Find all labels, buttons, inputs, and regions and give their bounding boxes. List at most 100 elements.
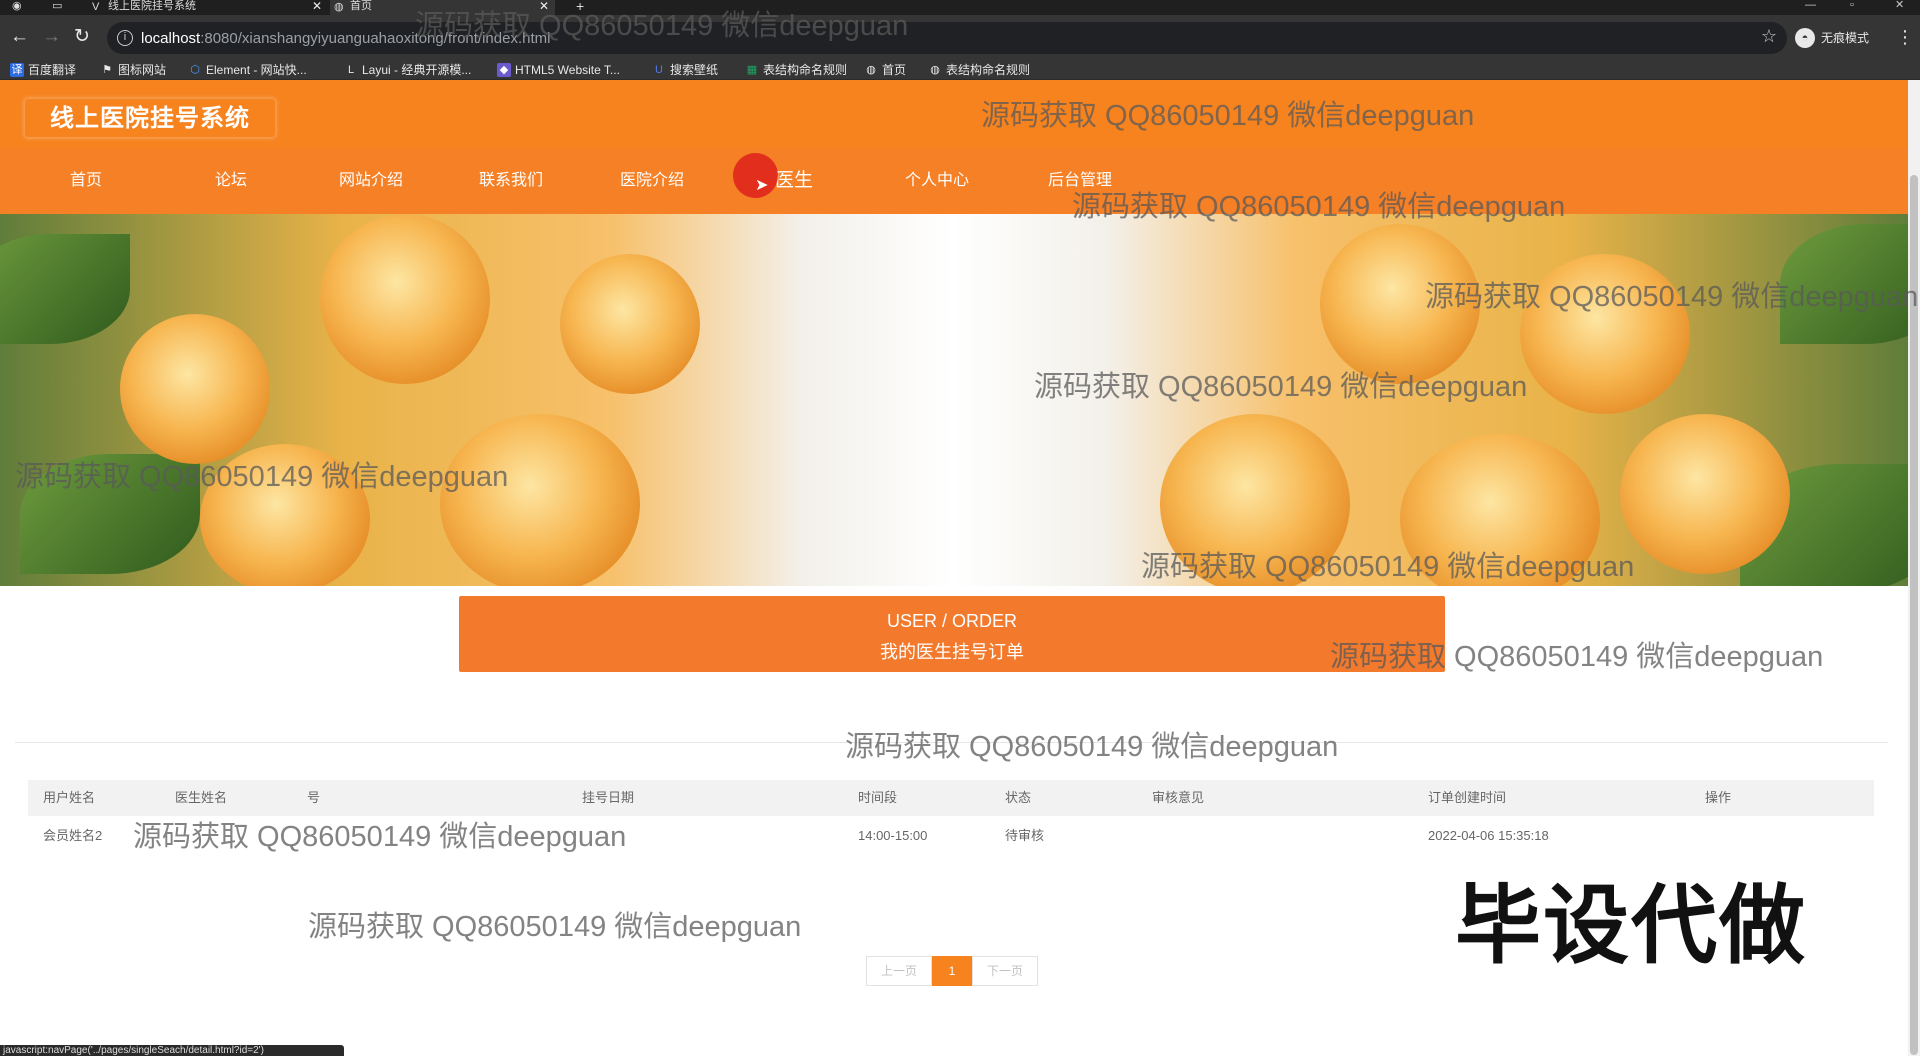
element-icon: ⬡	[190, 64, 200, 76]
nav-home[interactable]: 首页	[31, 148, 141, 214]
col-time-slot: 时间段	[858, 790, 898, 805]
col-doctor-name: 医生姓名	[175, 790, 228, 805]
page-scrollbar[interactable]	[1908, 80, 1920, 1056]
site-info-icon[interactable]: i	[117, 30, 133, 46]
url-path: :8080/xianshangyiyuanguahaoxitong/front/…	[200, 30, 551, 47]
next-page-button[interactable]: 下一页	[972, 956, 1038, 986]
bookmark-element[interactable]: ⬡ Element - 网站快...	[188, 62, 307, 78]
bookmark-label: 百度翻译	[28, 63, 77, 77]
rose-decoration	[200, 444, 370, 586]
leaf-decoration	[20, 454, 200, 574]
rose-decoration	[1520, 254, 1690, 414]
nav-forum[interactable]: 论坛	[176, 148, 286, 214]
bookmark-label: Element - 网站快...	[206, 63, 307, 77]
bookmark-label: 表结构命名规则	[946, 63, 1031, 77]
status-bar-url: javascript:navPage('../pages/singleSeach…	[0, 1045, 344, 1056]
rose-decoration	[1620, 414, 1790, 574]
leaf-decoration	[1780, 224, 1908, 344]
bookmark-html5-website[interactable]: ◆ HTML5 Website T...	[497, 62, 620, 78]
bookmark-table-naming-2[interactable]: ◍ 表结构命名规则	[928, 62, 1030, 78]
tab-home[interactable]: ◍ 首页 ✕	[330, 0, 555, 15]
cell-user-name: 会员姓名2	[43, 828, 103, 843]
address-bar[interactable]: i localhost:8080/xianshangyiyuanguahaoxi…	[107, 22, 1787, 54]
maximize-icon[interactable]: ▫	[1850, 0, 1854, 11]
table-row[interactable]: 会员姓名2 14:00-15:00 待审核 2022-04-06 15:35:1…	[28, 817, 1874, 855]
col-created: 订单创建时间	[1428, 790, 1507, 805]
flag-icon: ⚑	[102, 64, 112, 76]
vue-icon: V	[92, 1, 100, 13]
close-icon[interactable]: ✕	[312, 0, 322, 12]
bookmark-table-naming[interactable]: ▦ 表结构命名规则	[745, 62, 847, 78]
tab-hospital-system[interactable]: V 线上医院挂号系统 ✕	[88, 0, 328, 15]
browser-toolbar: ← → ↻ i localhost:8080/xianshangyiyuangu…	[0, 15, 1920, 60]
tab-search-icon[interactable]: ▭	[52, 0, 62, 15]
banner-carousel[interactable]	[0, 214, 1908, 586]
cursor-pointer-icon: ➤	[755, 177, 769, 194]
nav-hospital-intro[interactable]: 医院介绍	[597, 148, 707, 214]
html5-icon: ◆	[497, 63, 511, 77]
reload-icon[interactable]: ↻	[74, 27, 90, 47]
col-user-name: 用户姓名	[43, 790, 96, 805]
new-tab-button[interactable]: +	[576, 0, 584, 15]
col-status: 状态	[1005, 790, 1032, 805]
sheet-icon: ▦	[746, 64, 758, 76]
chrome-logo-icon: ◉	[12, 0, 22, 12]
nav-admin[interactable]: 后台管理	[1025, 148, 1135, 214]
more-menu-icon[interactable]: ⋮	[1896, 27, 1914, 48]
rose-decoration	[120, 314, 270, 464]
nav-site-intro[interactable]: 网站介绍	[316, 148, 426, 214]
rose-decoration	[1400, 434, 1600, 586]
bookmark-home[interactable]: ◍ 首页	[864, 62, 906, 78]
rose-decoration	[440, 414, 640, 586]
col-date: 挂号日期	[582, 790, 635, 805]
bookmarks-bar: 译百度翻译 ⚑ 图标网站 ⬡ Element - 网站快... L Layui - 经…	[0, 60, 1920, 80]
order-table-header: 用户姓名 医生姓名 号 挂号日期 时间段 状态 审核意见 订单创建时间 操作	[28, 780, 1874, 816]
col-action: 操作	[1705, 790, 1732, 805]
close-icon[interactable]: ✕	[539, 0, 549, 12]
order-section-title: USER / ORDER 我的医生挂号订单	[459, 596, 1445, 672]
translate-icon: 译	[10, 63, 24, 77]
bookmark-label: 搜索壁纸	[670, 63, 719, 77]
nav-contact-us[interactable]: 联系我们	[456, 148, 566, 214]
window-close-icon[interactable]: ✕	[1895, 0, 1904, 11]
cell-status: 待审核	[1005, 828, 1045, 843]
url-host: localhost	[141, 30, 201, 47]
cell-created: 2022-04-06 15:35:18	[1428, 828, 1549, 843]
forward-arrow-icon[interactable]: →	[42, 27, 61, 47]
minimize-icon[interactable]: —	[1805, 0, 1816, 11]
bookmark-label: 图标网站	[118, 63, 167, 77]
col-review: 审核意见	[1152, 790, 1205, 805]
order-title-en: USER / ORDER	[886, 611, 1018, 631]
promo-stamp: 毕设代做	[1455, 878, 1807, 974]
bookmark-label: HTML5 Website T...	[515, 63, 620, 77]
rose-decoration	[560, 254, 700, 394]
rose-decoration	[320, 214, 490, 384]
nav-personal-center[interactable]: 个人中心	[882, 148, 992, 214]
leaf-decoration	[0, 234, 130, 344]
bookmark-baidu-translate[interactable]: 译百度翻译	[10, 62, 76, 78]
wallpaper-icon: U	[655, 64, 663, 76]
bookmark-label: Layui - 经典开源模...	[362, 63, 472, 77]
cell-time-slot: 14:00-15:00	[858, 828, 928, 843]
bookmark-layui[interactable]: L Layui - 经典开源模...	[344, 62, 471, 78]
tab-title: 线上医院挂号系统	[108, 0, 196, 12]
scrollbar-thumb[interactable]	[1910, 175, 1918, 1055]
prev-page-button[interactable]: 上一页	[866, 956, 932, 986]
rose-decoration	[1160, 414, 1350, 586]
bookmark-wallpaper[interactable]: U 搜索壁纸	[652, 62, 718, 78]
globe-icon: ◍	[334, 1, 344, 13]
browser-tab-strip: ◉ ▭ V 线上医院挂号系统 ✕ ◍ 首页 ✕ + — ▫ ✕	[0, 0, 1920, 15]
bookmark-icon-site[interactable]: ⚑ 图标网站	[100, 62, 166, 78]
site-logo[interactable]: 线上医院挂号系统	[24, 98, 276, 138]
site-header: 线上医院挂号系统	[0, 80, 1908, 148]
incognito-profile[interactable]: ◓ 无痕模式	[1795, 25, 1869, 51]
url-text[interactable]: localhost:8080/xianshangyiyuanguahaoxito…	[141, 30, 550, 47]
layui-icon: L	[347, 64, 355, 76]
globe-icon: ◍	[930, 64, 940, 76]
bookmark-star-icon[interactable]: ☆	[1761, 26, 1777, 47]
order-title-cn: 我的医生挂号订单	[880, 642, 1024, 662]
back-arrow-icon[interactable]: ←	[10, 27, 29, 47]
page-1-button[interactable]: 1	[932, 956, 972, 986]
main-nav: 首页 论坛 网站介绍 联系我们 医院介绍 医生 个人中心 后台管理	[0, 148, 1908, 214]
col-number: 号	[307, 790, 321, 805]
